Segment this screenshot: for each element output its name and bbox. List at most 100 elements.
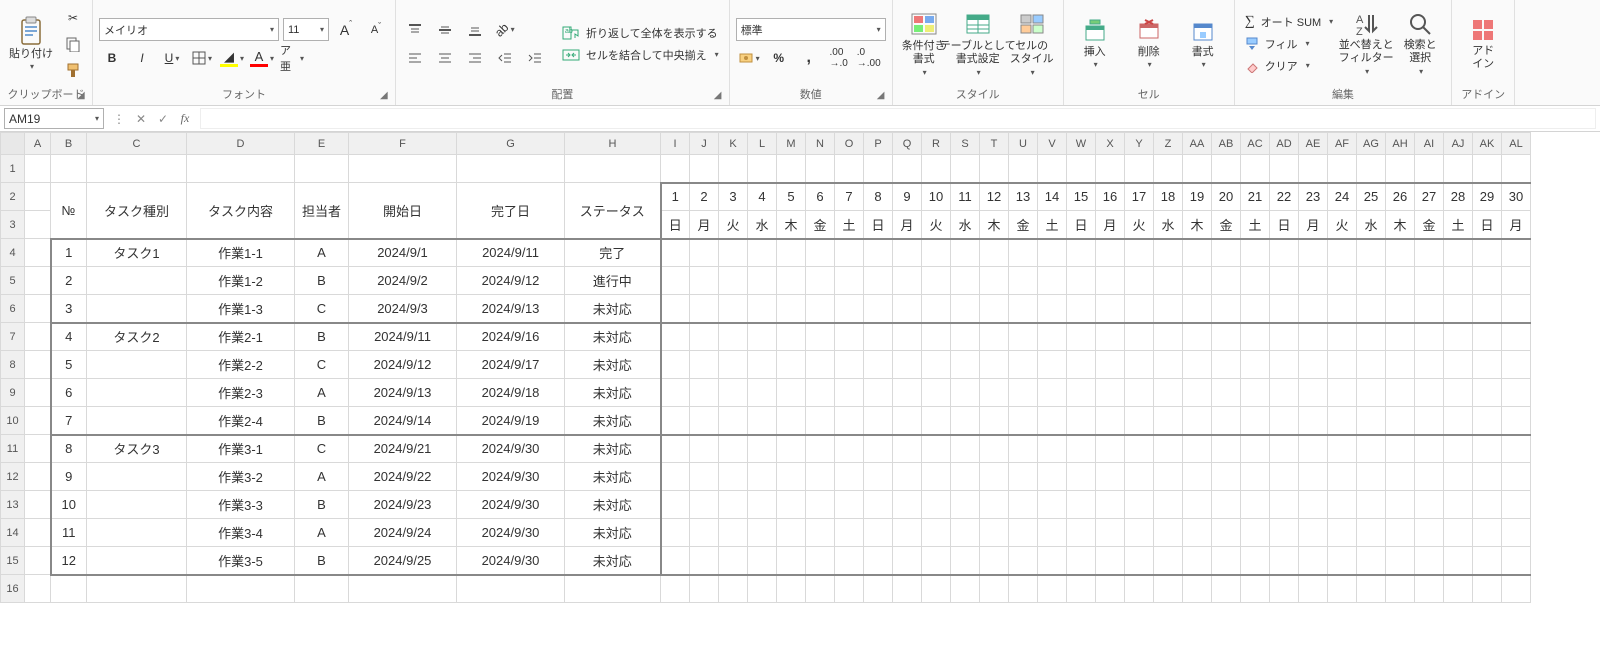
- cell[interactable]: [1067, 435, 1096, 463]
- cell[interactable]: [922, 519, 951, 547]
- cell[interactable]: [1154, 323, 1183, 351]
- cell[interactable]: [1357, 463, 1386, 491]
- cell[interactable]: 土: [835, 211, 864, 239]
- col-header[interactable]: AH: [1386, 133, 1415, 155]
- cell[interactable]: [1473, 547, 1502, 575]
- cell[interactable]: [1415, 351, 1444, 379]
- cell[interactable]: [1473, 519, 1502, 547]
- cell[interactable]: [1299, 491, 1328, 519]
- cell[interactable]: [922, 407, 951, 435]
- cell[interactable]: [922, 575, 951, 603]
- cell[interactable]: [1270, 323, 1299, 351]
- cell[interactable]: [1444, 519, 1473, 547]
- cell[interactable]: [1444, 547, 1473, 575]
- cell[interactable]: [748, 267, 777, 295]
- cell[interactable]: [87, 463, 187, 491]
- col-header[interactable]: C: [87, 133, 187, 155]
- cell[interactable]: [777, 379, 806, 407]
- cell[interactable]: A: [295, 239, 349, 267]
- cell[interactable]: [748, 351, 777, 379]
- cell[interactable]: [1241, 239, 1270, 267]
- cell[interactable]: [1357, 575, 1386, 603]
- cell[interactable]: [951, 575, 980, 603]
- cell[interactable]: [748, 463, 777, 491]
- cell[interactable]: 7: [51, 407, 87, 435]
- cell[interactable]: [835, 547, 864, 575]
- cell[interactable]: [922, 323, 951, 351]
- cell[interactable]: [1444, 155, 1473, 183]
- cell[interactable]: [1299, 435, 1328, 463]
- increase-font-button[interactable]: Aˆ: [333, 19, 359, 41]
- cell[interactable]: A: [295, 519, 349, 547]
- row-header[interactable]: 16: [1, 575, 25, 603]
- cell[interactable]: [922, 547, 951, 575]
- clear-button[interactable]: クリア▾: [1241, 56, 1338, 76]
- cell[interactable]: [748, 435, 777, 463]
- cell[interactable]: [51, 575, 87, 603]
- cell[interactable]: 火: [1125, 211, 1154, 239]
- cell[interactable]: 10: [51, 491, 87, 519]
- cell[interactable]: [893, 267, 922, 295]
- cell[interactable]: 金: [806, 211, 835, 239]
- cell[interactable]: [1212, 155, 1241, 183]
- cell[interactable]: [922, 239, 951, 267]
- cell[interactable]: [719, 463, 748, 491]
- cancel-button[interactable]: ✕: [130, 108, 152, 130]
- cell[interactable]: 9: [51, 463, 87, 491]
- row-header[interactable]: 9: [1, 379, 25, 407]
- cell[interactable]: [1154, 575, 1183, 603]
- cell[interactable]: 10: [922, 183, 951, 211]
- cell[interactable]: [661, 407, 690, 435]
- cell[interactable]: [1096, 155, 1125, 183]
- cell[interactable]: 17: [1125, 183, 1154, 211]
- cell[interactable]: [1415, 239, 1444, 267]
- cell[interactable]: [25, 575, 51, 603]
- cell[interactable]: タスク内容: [187, 183, 295, 239]
- cell[interactable]: [25, 463, 51, 491]
- cell[interactable]: [457, 155, 565, 183]
- align-right-button[interactable]: [462, 47, 488, 69]
- cell[interactable]: [893, 351, 922, 379]
- align-center-button[interactable]: [432, 47, 458, 69]
- cell[interactable]: [1096, 491, 1125, 519]
- increase-decimal-button[interactable]: .00→.0: [826, 47, 852, 69]
- cell[interactable]: [1357, 519, 1386, 547]
- cell[interactable]: [1038, 351, 1067, 379]
- cell[interactable]: 作業1-3: [187, 295, 295, 323]
- col-header[interactable]: AF: [1328, 133, 1357, 155]
- dialog-launcher[interactable]: ◢: [77, 90, 90, 103]
- cell[interactable]: [864, 519, 893, 547]
- cell[interactable]: [1473, 575, 1502, 603]
- row-header[interactable]: 13: [1, 491, 25, 519]
- cell[interactable]: 未対応: [565, 491, 661, 519]
- cell[interactable]: [1125, 491, 1154, 519]
- cell[interactable]: [1270, 519, 1299, 547]
- cell[interactable]: 月: [1299, 211, 1328, 239]
- underline-button[interactable]: U▾: [159, 47, 185, 69]
- col-header[interactable]: H: [565, 133, 661, 155]
- cell[interactable]: [1386, 407, 1415, 435]
- cell[interactable]: [661, 155, 690, 183]
- cell[interactable]: [1386, 575, 1415, 603]
- cell[interactable]: 進行中: [565, 267, 661, 295]
- cell[interactable]: [1183, 407, 1212, 435]
- cell[interactable]: 2024/9/30: [457, 491, 565, 519]
- cell[interactable]: 2024/9/17: [457, 351, 565, 379]
- cell[interactable]: 1: [51, 239, 87, 267]
- cell[interactable]: 作業3-5: [187, 547, 295, 575]
- cell[interactable]: [1415, 463, 1444, 491]
- cell[interactable]: [87, 267, 187, 295]
- cell[interactable]: [777, 239, 806, 267]
- cell[interactable]: [1154, 295, 1183, 323]
- cell[interactable]: 2024/9/23: [349, 491, 457, 519]
- cell[interactable]: 水: [951, 211, 980, 239]
- cell[interactable]: [951, 491, 980, 519]
- col-header[interactable]: L: [748, 133, 777, 155]
- cell[interactable]: [1183, 239, 1212, 267]
- cell[interactable]: [864, 575, 893, 603]
- cell[interactable]: [51, 155, 87, 183]
- cell[interactable]: [1270, 155, 1299, 183]
- cell[interactable]: [1502, 491, 1531, 519]
- cell[interactable]: [1270, 295, 1299, 323]
- cell[interactable]: [1502, 547, 1531, 575]
